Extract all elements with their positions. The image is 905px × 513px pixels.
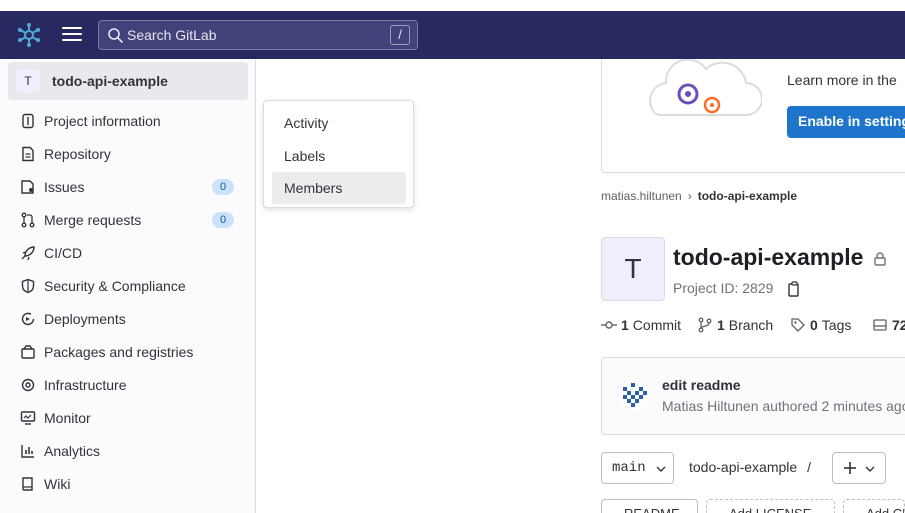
commit-title-link[interactable]: edit readme [662, 377, 741, 393]
storage-icon [873, 319, 887, 331]
sidebar-item-deployments[interactable]: Deployments [8, 303, 248, 335]
sidebar-item-label: Issues [44, 179, 85, 195]
issues-icon [21, 180, 34, 194]
sidebar-item-label: Wiki [44, 476, 71, 492]
cloud-gears-illustration-icon [649, 59, 762, 116]
merge-request-icon [21, 212, 35, 228]
sidebar-item-infrastructure[interactable]: Infrastructure [8, 369, 248, 401]
commit-icon [601, 321, 617, 329]
monitor-icon [20, 411, 36, 425]
repository-path: todo-api-example / [689, 459, 811, 475]
sidebar-item-label: Project information [44, 113, 161, 129]
project-avatar: T [16, 69, 40, 93]
breadcrumb-current[interactable]: todo-api-example [698, 189, 797, 203]
copy-icon[interactable] [788, 281, 802, 297]
branches-label: Branch [728, 317, 774, 333]
chart-icon [21, 445, 34, 458]
storage-value: 72 [892, 317, 905, 333]
merge-requests-count-badge: 0 [212, 212, 234, 228]
tags-label: Tags [821, 317, 852, 333]
issues-count-badge: 0 [212, 179, 234, 195]
project-avatar-large: T [601, 237, 665, 301]
package-icon [21, 345, 35, 359]
branch-icon [698, 317, 712, 333]
top-navbar: Search GitLab / [0, 11, 905, 59]
add-changelog-button[interactable]: Add CHANGELOG [843, 499, 905, 513]
tag-icon [791, 318, 805, 332]
search-icon [108, 28, 123, 43]
sidebar-item-repository[interactable]: Repository [8, 138, 248, 170]
lock-icon [874, 252, 886, 266]
hamburger-menu-icon[interactable] [62, 27, 82, 43]
cloud-gear-icon [21, 378, 35, 392]
author-avatar[interactable] [619, 379, 651, 411]
sidebar-item-label: Deployments [44, 311, 126, 327]
project-id: Project ID: 2829 [673, 280, 774, 296]
chevron-down-icon [656, 466, 666, 472]
branch-name: main [612, 460, 646, 476]
sidebar-item-monitor[interactable]: Monitor [8, 402, 248, 434]
sidebar: T todo-api-example Project information R… [0, 59, 256, 513]
path-separator: / [807, 459, 811, 475]
search-placeholder: Search GitLab [127, 27, 217, 43]
promo-text: Learn more in the [787, 72, 897, 88]
gitlab-logo-icon[interactable] [16, 22, 42, 48]
sidebar-item-issues[interactable]: Issues 0 [8, 171, 248, 203]
add-license-button[interactable]: Add LICENSE [706, 499, 835, 513]
sidebar-item-label: Security & Compliance [44, 278, 186, 294]
book-icon [22, 477, 33, 491]
sidebar-item-label: Repository [44, 146, 111, 162]
breadcrumb-chevron-icon: › [687, 189, 692, 203]
sidebar-item-merge-requests[interactable]: Merge requests 0 [8, 204, 248, 236]
search-input[interactable]: Search GitLab / [98, 20, 418, 50]
tags-stat-link[interactable]: 0 Tags [790, 317, 851, 333]
plus-icon [844, 462, 856, 474]
sidebar-item-security-compliance[interactable]: Security & Compliance [8, 270, 248, 302]
information-icon [22, 113, 34, 129]
chevron-down-icon [865, 466, 875, 472]
commits-stat-link[interactable]: 1 Commit [601, 317, 681, 333]
branches-count: 1 [717, 317, 725, 333]
tags-count: 0 [810, 317, 818, 333]
enable-in-settings-button[interactable]: Enable in settings [787, 106, 905, 138]
search-shortcut-key: / [390, 25, 410, 45]
sidebar-item-analytics[interactable]: Analytics [8, 435, 248, 467]
last-commit-card: edit readme Matias Hiltunen authored 2 m… [601, 357, 905, 435]
sidebar-project-name: todo-api-example [52, 73, 168, 89]
top-strip [0, 0, 905, 11]
readme-button[interactable]: README [601, 499, 698, 513]
deployments-icon [21, 312, 35, 326]
sidebar-item-label: Infrastructure [44, 377, 127, 393]
document-icon [22, 146, 34, 162]
sidebar-item-label: Analytics [44, 443, 101, 459]
repository-path-link[interactable]: todo-api-example [689, 459, 797, 475]
promo-banner: Learn more in the Enable in settings [601, 59, 905, 173]
sidebar-item-project-information[interactable]: Project information [8, 105, 248, 137]
branch-selector[interactable]: main [601, 452, 674, 484]
sidebar-item-label: Packages and registries [44, 344, 194, 360]
commits-label: Commit [632, 317, 682, 333]
branches-stat-link[interactable]: 1 Branch [697, 317, 773, 333]
rocket-icon [21, 246, 35, 261]
shield-icon [21, 278, 35, 294]
sidebar-item-label: Monitor [44, 410, 91, 426]
sidebar-item-packages-registries[interactable]: Packages and registries [8, 336, 248, 368]
commit-meta: Matias Hiltunen authored 2 minutes ago [662, 398, 905, 414]
add-to-tree-dropdown[interactable] [832, 452, 886, 484]
breadcrumb: matias.hiltunen › todo-api-example [601, 189, 797, 203]
main-content: Learn more in the Enable in settings mat… [256, 59, 905, 513]
storage-stat-link[interactable]: 72 [872, 317, 905, 333]
sidebar-item-label: Merge requests [44, 212, 142, 228]
sidebar-project-header[interactable]: T todo-api-example [8, 62, 248, 100]
breadcrumb-parent-link[interactable]: matias.hiltunen [601, 189, 682, 203]
sidebar-item-wiki[interactable]: Wiki [8, 468, 248, 500]
page-title: todo-api-example [673, 244, 864, 270]
sidebar-item-ci-cd[interactable]: CI/CD [8, 237, 248, 269]
commits-count: 1 [621, 317, 629, 333]
sidebar-item-label: CI/CD [44, 245, 83, 261]
